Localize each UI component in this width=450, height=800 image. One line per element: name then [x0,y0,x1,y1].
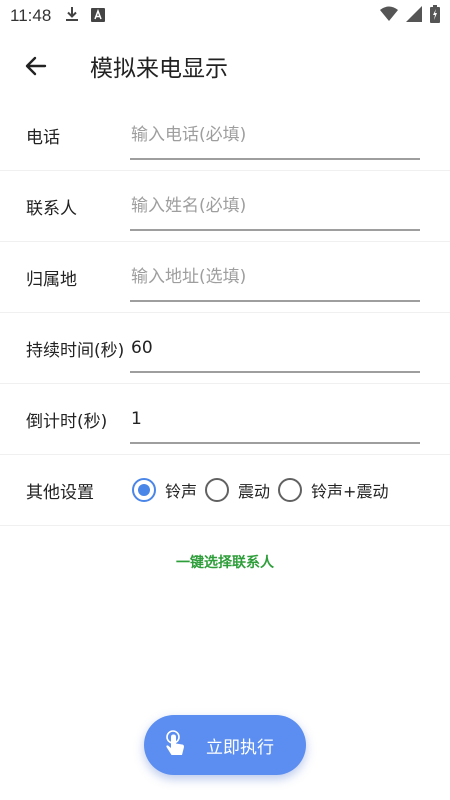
duration-input[interactable] [130,325,420,371]
radio-unchecked-icon [278,478,303,502]
contact-row: 联系人 [0,171,450,242]
radio-ringtone-vibrate-label: 铃声+震动 [311,482,389,501]
countdown-row: 倒计时(秒) [0,384,450,455]
countdown-field-container [130,396,420,444]
radio-ringtone[interactable]: 铃声 [132,478,197,502]
contact-field-container [130,183,420,231]
status-bar: 11:48 [0,0,450,32]
phone-label: 电话 [26,127,60,148]
location-label: 归属地 [26,269,77,290]
radio-unchecked-icon [205,478,230,502]
phone-row: 电话 [0,100,450,171]
radio-ringtone-vibrate[interactable]: 铃声+震动 [278,478,388,502]
download-icon [65,6,79,26]
radio-checked-icon [132,478,156,502]
countdown-label: 倒计时(秒) [26,411,108,432]
duration-row: 持续时间(秒) [0,313,450,384]
app-bar: 模拟来电显示 [0,36,450,96]
call-form: 电话 联系人 归属地 持续时间(秒) 倒计时(秒) 其他设置 铃声 [0,100,450,526]
arrow-left-icon [25,56,47,76]
touch-icon [166,730,184,755]
status-time: 11:48 [10,6,52,25]
signal-icon [406,6,422,26]
radio-vibrate[interactable]: 震动 [205,478,270,502]
wifi-icon [380,6,398,26]
execute-now-button[interactable]: 立即执行 [144,715,306,775]
countdown-input[interactable] [130,396,420,442]
a-icon [91,7,106,26]
battery-charging-icon [430,5,440,27]
status-system-icons [380,5,440,27]
phone-input[interactable] [130,112,420,158]
ring-mode-radio-group: 铃声 震动 铃声+震动 [132,478,396,502]
radio-vibrate-label: 震动 [238,482,271,501]
back-button[interactable] [16,46,56,86]
location-field-container [130,254,420,302]
duration-field-container [130,325,420,373]
other-settings-row: 其他设置 铃声 震动 铃声+震动 [0,455,450,526]
page-title: 模拟来电显示 [90,56,228,82]
contact-label: 联系人 [26,198,77,219]
contact-name-input[interactable] [130,183,420,229]
other-settings-label: 其他设置 [26,482,94,503]
execute-now-label: 立即执行 [206,737,274,758]
phone-field-container [130,112,420,160]
radio-ringtone-label: 铃声 [165,482,198,501]
location-row: 归属地 [0,242,450,313]
duration-label: 持续时间(秒) [26,340,125,361]
status-notification-icons [65,6,106,26]
location-input[interactable] [130,254,420,300]
select-contact-link[interactable]: 一键选择联系人 [0,552,450,572]
